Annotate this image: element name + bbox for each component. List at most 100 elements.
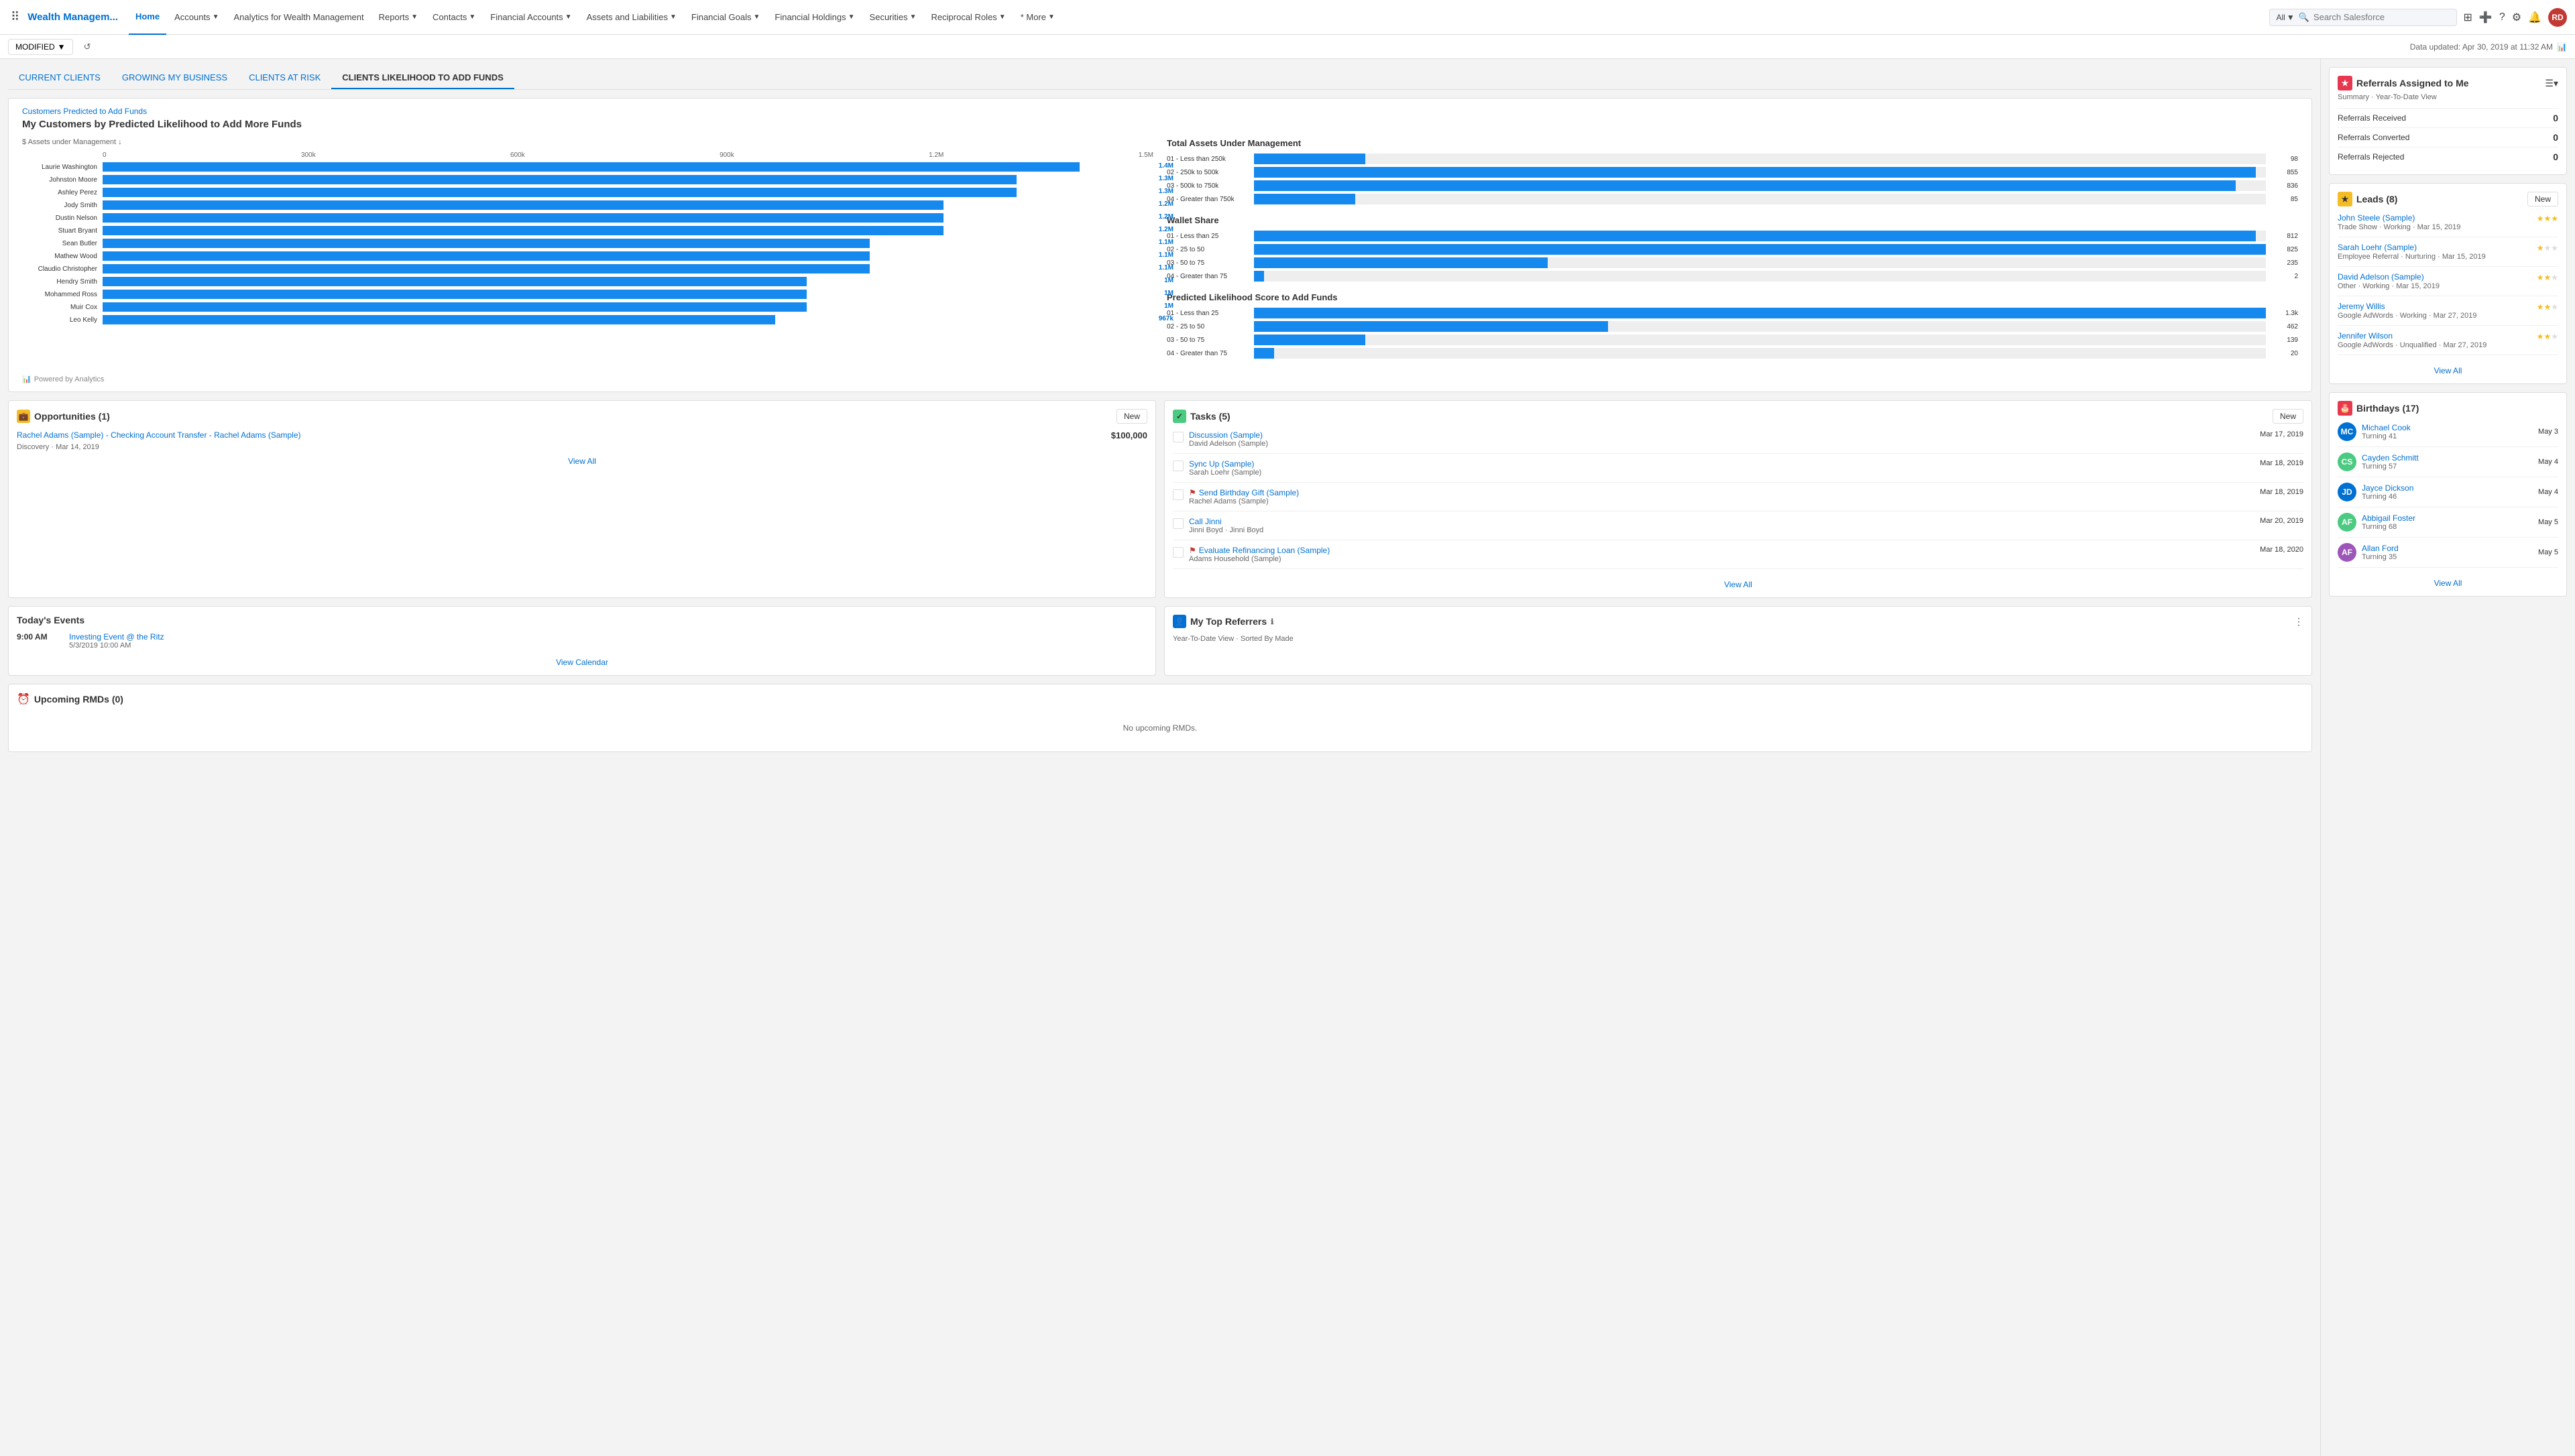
event-name[interactable]: Investing Event @ the Ritz bbox=[69, 632, 164, 642]
birthday-name[interactable]: Jayce Dickson bbox=[2362, 483, 2533, 493]
task-row: Discussion (Sample) David Adelson (Sampl… bbox=[1173, 430, 2303, 454]
referrers-icon: 👤 bbox=[1173, 615, 1186, 628]
right-panel: ★ Referrals Assigned to Me ☰▾ Summary · … bbox=[2320, 59, 2575, 1456]
lead-name[interactable]: Jeremy Willis bbox=[2338, 302, 2385, 311]
main-content: CURRENT CLIENTSGROWING MY BUSINESSCLIENT… bbox=[0, 59, 2575, 1456]
nav-item-reports[interactable]: Reports ▼ bbox=[372, 0, 424, 35]
nav-item-financial-accounts[interactable]: Financial Accounts ▼ bbox=[483, 0, 578, 35]
task-name[interactable]: Discussion (Sample) bbox=[1189, 430, 2254, 440]
lead-meta: Google AdWords · Unqualified · Mar 27, 2… bbox=[2338, 341, 2558, 349]
referrers-dropdown[interactable]: ⋮ bbox=[2294, 616, 2303, 627]
tab-growing-my-business[interactable]: GROWING MY BUSINESS bbox=[111, 67, 238, 89]
task-checkbox[interactable] bbox=[1173, 489, 1184, 500]
leads-new-button[interactable]: New bbox=[2527, 192, 2558, 206]
referral-value: 0 bbox=[2553, 151, 2558, 162]
task-name[interactable]: ⚑ Evaluate Refinancing Loan (Sample) bbox=[1189, 546, 2254, 555]
referrers-subtitle: Year-To-Date View · Sorted By Made bbox=[1173, 635, 2303, 643]
axis-labels: 0300k600k900k1.2M1.5M bbox=[103, 151, 1153, 159]
nav-item-securities[interactable]: Securities ▼ bbox=[863, 0, 923, 35]
referrals-card: ★ Referrals Assigned to Me ☰▾ Summary · … bbox=[2329, 67, 2567, 175]
task-name[interactable]: Call Jinni bbox=[1189, 517, 2254, 526]
bar-row: Johnston Moore 1.3M bbox=[22, 174, 1153, 185]
task-checkbox[interactable] bbox=[1173, 461, 1184, 471]
nav-item-home[interactable]: Home bbox=[129, 0, 166, 35]
birthday-row: MC Michael Cook Turning 41 May 3 bbox=[2338, 422, 2558, 447]
task-date: Mar 20, 2019 bbox=[2260, 517, 2303, 525]
lead-row: David Adelson (Sample) ★★★ Other · Worki… bbox=[2338, 272, 2558, 296]
opportunities-new-button[interactable]: New bbox=[1117, 409, 1147, 424]
top-nav: ⠿ Wealth Managem... HomeAccounts ▼Analyt… bbox=[0, 0, 2575, 35]
help-icon[interactable]: ? bbox=[2499, 11, 2505, 23]
nav-item-reciprocal-roles[interactable]: Reciprocal Roles ▼ bbox=[925, 0, 1013, 35]
nav-item-contacts[interactable]: Contacts ▼ bbox=[426, 0, 482, 35]
tab-clients-at-risk[interactable]: CLIENTS AT RISK bbox=[238, 67, 331, 89]
chart-icon[interactable]: 📊 bbox=[2557, 42, 2567, 52]
lead-name[interactable]: Sarah Loehr (Sample) bbox=[2338, 243, 2417, 252]
hbar-row: 04 - Greater than 750k 85 bbox=[1167, 194, 2298, 204]
task-date: Mar 18, 2019 bbox=[2260, 459, 2303, 467]
task-name[interactable]: Sync Up (Sample) bbox=[1189, 459, 2254, 469]
view-calendar[interactable]: View Calendar bbox=[17, 652, 1147, 667]
hbar-row: 02 - 25 to 50 462 bbox=[1167, 321, 2298, 332]
birthday-name[interactable]: Michael Cook bbox=[2362, 423, 2533, 432]
opportunity-meta: Discovery · Mar 14, 2019 bbox=[17, 443, 1147, 451]
opportunity-link[interactable]: Rachel Adams (Sample) - Checking Account… bbox=[17, 430, 301, 440]
task-checkbox[interactable] bbox=[1173, 518, 1184, 529]
opportunities-title: Opportunities (1) bbox=[34, 411, 110, 422]
referrals-dropdown[interactable]: ☰▾ bbox=[2545, 78, 2558, 89]
lead-name[interactable]: David Adelson (Sample) bbox=[2338, 272, 2424, 282]
task-name[interactable]: ⚑ Send Birthday Gift (Sample) bbox=[1189, 488, 2254, 497]
nav-item-financial-goals[interactable]: Financial Goals ▼ bbox=[685, 0, 767, 35]
nav-item-assets-and-liabilities[interactable]: Assets and Liabilities ▼ bbox=[580, 0, 683, 35]
birthday-sub: Turning 68 bbox=[2362, 523, 2533, 531]
tab-clients-likelihood-to-add-funds[interactable]: CLIENTS LIKELIHOOD TO ADD FUNDS bbox=[331, 67, 514, 89]
referrals-subtitle: Summary · Year-To-Date View bbox=[2338, 93, 2558, 101]
app-launcher[interactable]: ⠿ bbox=[8, 7, 22, 27]
tasks-view-all[interactable]: View All bbox=[1173, 574, 2303, 589]
search-scope[interactable]: All ▼ bbox=[2277, 13, 2295, 22]
leads-view-all[interactable]: View All bbox=[2338, 361, 2558, 375]
refresh-icon[interactable]: ↺ bbox=[84, 42, 91, 52]
search-icon: 🔍 bbox=[2299, 12, 2309, 23]
analytics-subtitle: Customers Predicted to Add Funds bbox=[22, 107, 2298, 116]
lead-meta: Trade Show · Working · Mar 15, 2019 bbox=[2338, 223, 2558, 231]
analytics-title: My Customers by Predicted Likelihood to … bbox=[22, 119, 2298, 130]
tasks-new-button[interactable]: New bbox=[2273, 409, 2303, 424]
hbar-row: 03 - 50 to 75 235 bbox=[1167, 257, 2298, 268]
referral-row: Referrals Converted 0 bbox=[2338, 127, 2558, 147]
tab-current-clients[interactable]: CURRENT CLIENTS bbox=[8, 67, 111, 89]
nav-item-*-more[interactable]: * More ▼ bbox=[1014, 0, 1062, 35]
birthday-avatar: AF bbox=[2338, 513, 2356, 532]
nav-item-analytics-for-wealth-management[interactable]: Analytics for Wealth Management bbox=[227, 0, 370, 35]
task-checkbox[interactable] bbox=[1173, 547, 1184, 558]
nav-item-financial-holdings[interactable]: Financial Holdings ▼ bbox=[768, 0, 861, 35]
left-panel: CURRENT CLIENTSGROWING MY BUSINESSCLIENT… bbox=[0, 59, 2320, 1456]
notifications-icon[interactable]: 🔔 bbox=[2528, 11, 2541, 24]
birthday-name[interactable]: Allan Ford bbox=[2362, 544, 2533, 553]
hbar-row: 01 - Less than 25 1.3k bbox=[1167, 308, 2298, 318]
avatar[interactable]: RD bbox=[2548, 8, 2567, 27]
settings-icon[interactable]: ⚙ bbox=[2512, 11, 2521, 24]
birthdays-view-all[interactable]: View All bbox=[2338, 573, 2558, 588]
opportunities-view-all[interactable]: View All bbox=[17, 451, 1147, 466]
grid-icon[interactable]: ⊞ bbox=[2464, 11, 2472, 24]
leads-icon: ★ bbox=[2338, 192, 2352, 206]
add-icon[interactable]: ➕ bbox=[2479, 11, 2493, 24]
hbar-row: 03 - 50 to 75 139 bbox=[1167, 335, 2298, 345]
bottom-cards-row1: 💼 Opportunities (1) New Rachel Adams (Sa… bbox=[8, 400, 2312, 598]
chevron-icon: ▼ bbox=[910, 13, 917, 21]
birthday-name[interactable]: Cayden Schmitt bbox=[2362, 453, 2533, 463]
bar-row: Sean Butler 1.1M bbox=[22, 238, 1153, 249]
lead-name[interactable]: Jennifer Wilson bbox=[2338, 331, 2393, 341]
modified-button[interactable]: MODIFIED ▼ bbox=[8, 39, 73, 55]
task-row: ⚑ Evaluate Refinancing Loan (Sample) Ada… bbox=[1173, 546, 2303, 569]
lead-name[interactable]: John Steele (Sample) bbox=[2338, 213, 2415, 223]
birthday-name[interactable]: Abbigail Foster bbox=[2362, 513, 2533, 523]
app-name[interactable]: Wealth Managem... bbox=[27, 11, 118, 23]
task-checkbox[interactable] bbox=[1173, 432, 1184, 442]
flag-icon: ⚑ bbox=[1189, 546, 1196, 555]
lead-meta: Google AdWords · Working · Mar 27, 2019 bbox=[2338, 312, 2558, 320]
nav-item-accounts[interactable]: Accounts ▼ bbox=[168, 0, 225, 35]
event-sub: 5/3/2019 10:00 AM bbox=[69, 642, 164, 650]
search-input[interactable] bbox=[2313, 12, 2450, 22]
